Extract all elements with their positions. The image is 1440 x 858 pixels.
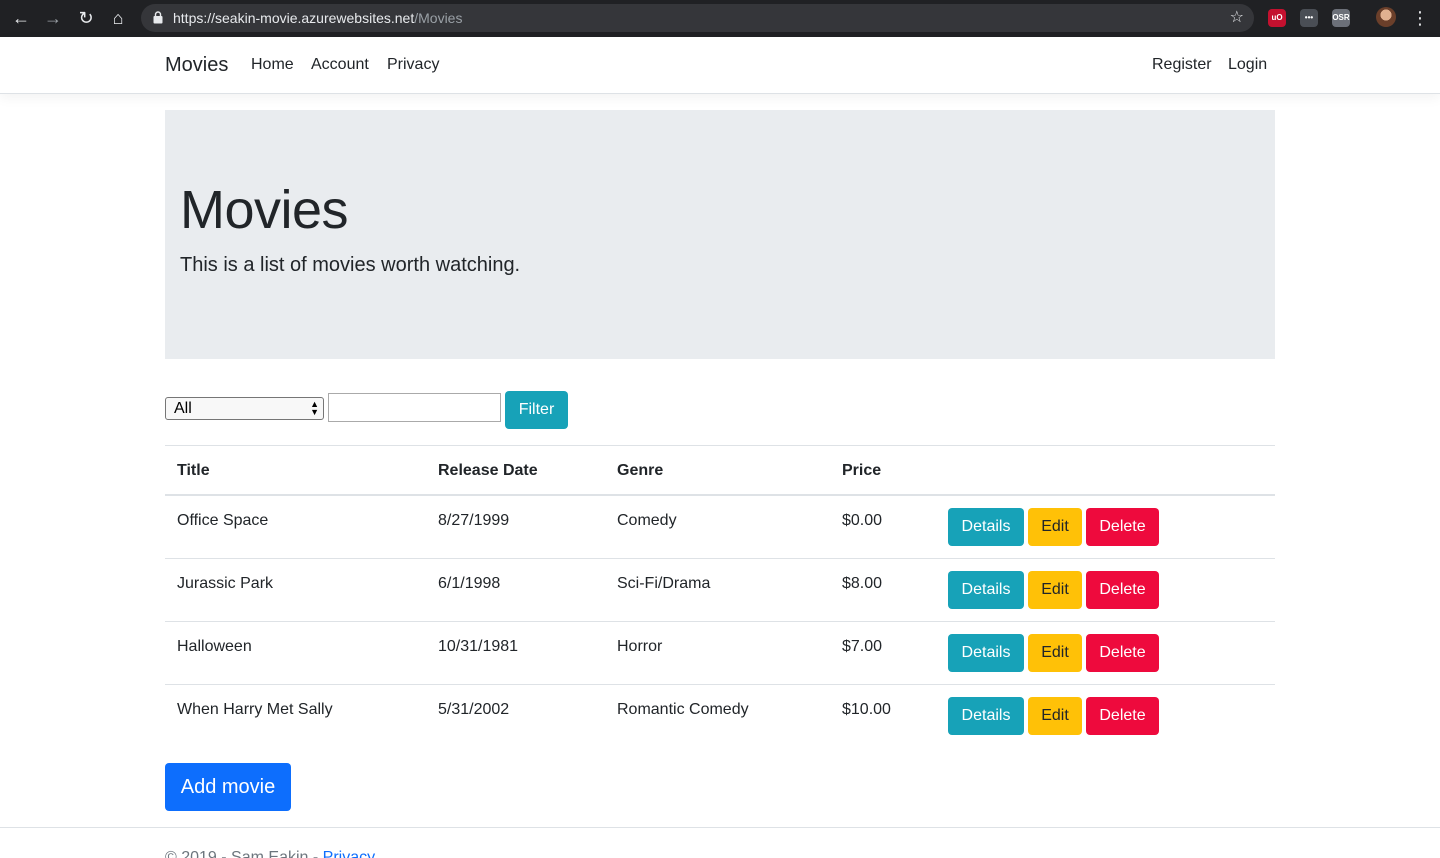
cell-release-date: 10/31/1981 xyxy=(438,638,519,655)
genre-filter-selected: All xyxy=(174,400,192,417)
delete-button[interactable]: Delete xyxy=(1086,508,1159,546)
forward-arrow-icon[interactable]: → xyxy=(40,6,66,30)
cell-price: $0.00 xyxy=(842,512,883,529)
delete-button[interactable]: Delete xyxy=(1086,634,1159,672)
lock-icon xyxy=(153,11,163,24)
profile-avatar[interactable] xyxy=(1376,7,1396,27)
column-header-title: Title xyxy=(177,462,210,479)
url-host: https://seakin-movie.azurewebsites.net xyxy=(173,10,415,26)
edit-button[interactable]: Edit xyxy=(1028,634,1082,672)
nav-link-login[interactable]: Login xyxy=(1228,55,1267,75)
cell-title: Halloween xyxy=(177,638,252,655)
navbar-brand[interactable]: Movies xyxy=(165,53,228,77)
cell-release-date: 6/1/1998 xyxy=(438,575,501,592)
cell-genre: Horror xyxy=(617,638,663,655)
add-movie-button[interactable]: Add movie xyxy=(165,763,291,811)
footer-text: © 2019 - Sam Eakin - Privacy xyxy=(165,848,375,858)
genre-filter-select[interactable]: All ▲ ▼ xyxy=(165,397,324,420)
column-header-release-date: Release Date xyxy=(438,462,538,479)
details-button[interactable]: Details xyxy=(948,508,1024,546)
browser-menu-icon[interactable]: ⋮ xyxy=(1411,6,1429,30)
site-navbar: Movies Home Account Privacy Register Log… xyxy=(0,37,1440,94)
url-text: https://seakin-movie.azurewebsites.net/M… xyxy=(173,10,462,26)
dashlane-extension-icon[interactable]: ••• xyxy=(1300,9,1318,27)
reload-icon[interactable]: ↻ xyxy=(73,6,99,30)
nav-link-privacy[interactable]: Privacy xyxy=(387,55,439,75)
delete-button[interactable]: Delete xyxy=(1086,697,1159,735)
row-divider xyxy=(165,684,1275,685)
column-header-price: Price xyxy=(842,462,882,479)
cell-genre: Romantic Comedy xyxy=(617,701,749,718)
edit-button[interactable]: Edit xyxy=(1028,697,1082,735)
details-button[interactable]: Details xyxy=(948,571,1024,609)
details-button[interactable]: Details xyxy=(948,634,1024,672)
cell-price: $7.00 xyxy=(842,638,883,655)
select-arrows-icon: ▲ ▼ xyxy=(310,399,319,417)
osr-extension-icon[interactable]: OSR xyxy=(1332,9,1350,27)
nav-link-account[interactable]: Account xyxy=(311,55,369,75)
cell-title: Office Space xyxy=(177,512,269,529)
page-title: Movies xyxy=(180,180,349,240)
footer-copyright: © 2019 - Sam Eakin - xyxy=(165,849,319,858)
back-arrow-icon[interactable]: ← xyxy=(8,6,34,30)
row-divider xyxy=(165,558,1275,559)
filter-button[interactable]: Filter xyxy=(505,391,568,429)
column-header-genre: Genre xyxy=(617,462,664,479)
edit-button[interactable]: Edit xyxy=(1028,571,1082,609)
bookmark-star-icon[interactable]: ☆ xyxy=(1230,8,1244,28)
search-input[interactable] xyxy=(328,393,501,422)
cell-genre: Comedy xyxy=(617,512,677,529)
url-path: /Movies xyxy=(414,10,463,26)
page-subtitle: This is a list of movies worth watching. xyxy=(180,254,521,276)
nav-link-home[interactable]: Home xyxy=(251,55,294,75)
cell-genre: Sci-Fi/Drama xyxy=(617,575,711,592)
hero-jumbotron: Movies This is a list of movies worth wa… xyxy=(165,110,1275,359)
nav-link-register[interactable]: Register xyxy=(1152,55,1212,75)
edit-button[interactable]: Edit xyxy=(1028,508,1082,546)
address-bar[interactable]: https://seakin-movie.azurewebsites.net/M… xyxy=(141,4,1254,32)
cell-release-date: 5/31/2002 xyxy=(438,701,510,718)
cell-price: $10.00 xyxy=(842,701,891,718)
cell-title: When Harry Met Sally xyxy=(177,701,333,718)
cell-title: Jurassic Park xyxy=(177,575,274,592)
page-footer: © 2019 - Sam Eakin - Privacy xyxy=(0,827,1440,858)
delete-button[interactable]: Delete xyxy=(1086,571,1159,609)
home-icon[interactable]: ⌂ xyxy=(105,6,131,30)
row-divider xyxy=(165,621,1275,622)
cell-price: $8.00 xyxy=(842,575,883,592)
details-button[interactable]: Details xyxy=(948,697,1024,735)
cell-release-date: 8/27/1999 xyxy=(438,512,510,529)
table-top-border xyxy=(165,445,1275,446)
table-header-border xyxy=(165,494,1275,496)
footer-privacy-link[interactable]: Privacy xyxy=(323,849,375,858)
ublock-extension-icon[interactable]: uO xyxy=(1268,9,1286,27)
browser-toolbar: ← → ↻ ⌂ https://seakin-movie.azurewebsit… xyxy=(0,0,1440,37)
